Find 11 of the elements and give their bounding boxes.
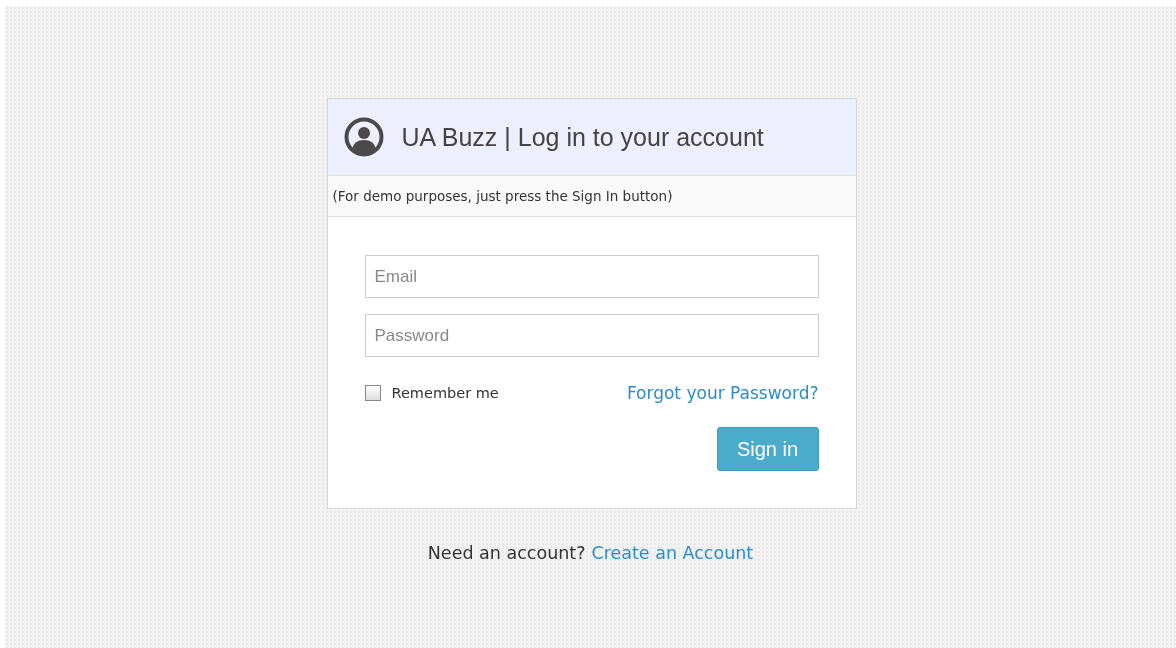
remember-checkbox[interactable] [364, 385, 381, 401]
forgot-password-link[interactable]: Forgot your Password? [626, 383, 819, 403]
user-avatar-icon [343, 117, 384, 157]
create-account-link[interactable]: Create an Account [591, 543, 754, 563]
password-field[interactable]: Password [364, 314, 819, 357]
card-title: UA Buzz | Log in to your account [401, 122, 764, 152]
demo-note: (For demo purposes, just press the Sign In button) [327, 176, 856, 217]
email-field[interactable]: Email [364, 255, 819, 298]
footer-text: Need an account? [427, 543, 586, 563]
sign-in-button[interactable]: Sign in [716, 427, 819, 471]
remember-label: Remember me [391, 385, 499, 401]
